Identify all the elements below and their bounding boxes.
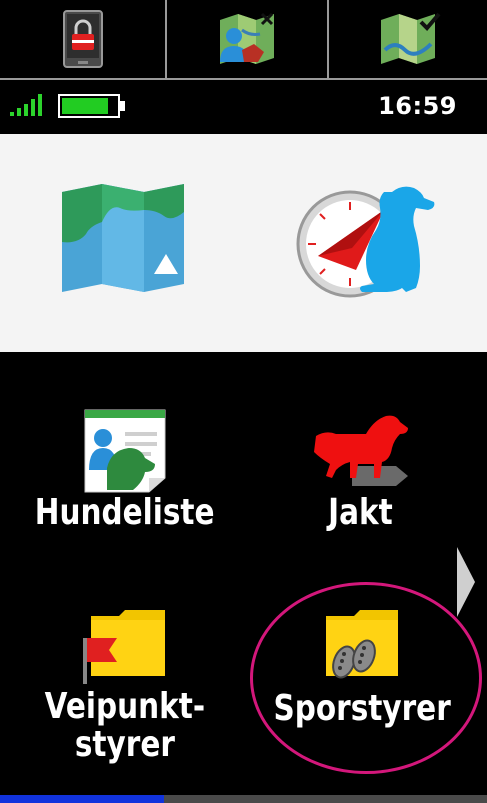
- hunting-dog-icon: [314, 415, 408, 486]
- app-label-waypoint-manager: Veipunkt- styrer: [44, 686, 206, 765]
- map-track-check-icon: [381, 12, 441, 64]
- dog-compass-icon: [296, 186, 435, 298]
- next-page-arrow-icon[interactable]: [457, 547, 475, 617]
- status-bar: 16:59: [0, 80, 487, 132]
- highlight-circle: [250, 582, 482, 774]
- app-label-hunting: Jakt: [327, 492, 393, 533]
- map-contact-remove-icon: [220, 12, 274, 64]
- lock-screen-icon: [62, 10, 103, 68]
- dog-tracking-button[interactable]: [296, 174, 438, 312]
- favorites-panel: [0, 134, 487, 352]
- map-button[interactable]: [58, 182, 188, 298]
- app-dog-list[interactable]: Hundeliste: [20, 408, 230, 532]
- lock-button[interactable]: [0, 0, 165, 78]
- app-hunting[interactable]: Jakt: [260, 408, 460, 532]
- waypoint-manager-icon: [83, 610, 165, 684]
- map-track-button[interactable]: [329, 0, 487, 78]
- signal-strength-icon: [10, 94, 42, 116]
- app-waypoint-manager[interactable]: Veipunkt- styrer: [20, 606, 230, 764]
- map-contact-button[interactable]: [167, 0, 327, 78]
- top-toolbar: [0, 0, 487, 80]
- dog-list-icon: [84, 409, 166, 493]
- clock: 16:59: [378, 92, 457, 120]
- battery-icon: [58, 94, 125, 118]
- app-label-dog-list: Hundeliste: [35, 492, 215, 533]
- map-app-icon: [62, 184, 184, 292]
